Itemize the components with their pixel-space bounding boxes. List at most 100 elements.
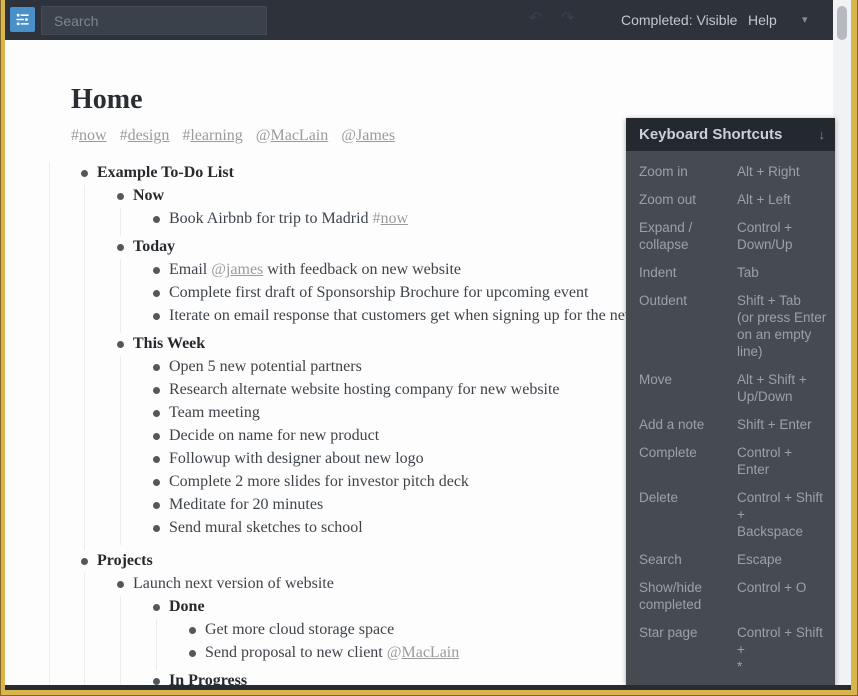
tag-link[interactable]: #design xyxy=(120,127,170,144)
bullet-icon[interactable] xyxy=(153,208,169,223)
bullet-icon[interactable] xyxy=(153,259,169,274)
bullet-icon[interactable] xyxy=(153,305,169,320)
shortcut-row: Complete Control + Enter xyxy=(639,444,827,478)
bullet-icon[interactable] xyxy=(189,642,205,657)
bullet-icon[interactable] xyxy=(81,162,97,177)
undo-icon[interactable]: ↶ xyxy=(529,9,542,29)
shortcut-row: Zoom in Alt + Right xyxy=(639,163,827,180)
outline-item-text[interactable]: Book Airbnb for trip to Madrid #now xyxy=(169,208,408,230)
shortcut-action-label: Indent xyxy=(639,264,723,281)
outline-item-text[interactable]: Launch next version of website xyxy=(133,573,334,595)
vertical-scrollbar[interactable] xyxy=(833,0,851,685)
outline-item-text[interactable]: Research alternate website hosting compa… xyxy=(169,379,560,401)
outline-item-text[interactable]: Now xyxy=(133,185,164,207)
shortcut-keys-label: Shift + Tab (or press Enter on an empty … xyxy=(737,292,827,360)
shortcut-keys-label: Shift + Enter xyxy=(737,416,827,433)
scrollbar-thumb[interactable] xyxy=(837,6,847,40)
bullet-icon[interactable] xyxy=(153,471,169,486)
bullet-icon[interactable] xyxy=(81,550,97,565)
bullet-icon[interactable] xyxy=(153,282,169,297)
shortcut-keys-label: Control + Shift + Backspace xyxy=(737,489,827,540)
bullet-icon[interactable] xyxy=(153,494,169,509)
outline-item-text[interactable]: Meditate for 20 minutes xyxy=(169,494,323,516)
shortcuts-panel-title: Keyboard Shortcuts xyxy=(639,126,819,143)
shortcut-keys-label: Escape xyxy=(737,551,827,568)
outline-item-text[interactable]: Decide on name for new product xyxy=(169,425,379,447)
shortcut-row: Delete Control + Shift + Backspace xyxy=(639,489,827,540)
shortcut-row: Star page Control + Shift + * xyxy=(639,624,827,675)
chevron-down-icon: ▾ xyxy=(802,13,808,26)
shortcut-action-label: Delete xyxy=(639,489,723,540)
shortcut-keys-label: Control + Shift + * xyxy=(737,624,827,675)
outline-item-text[interactable]: Send proposal to new client @MacLain xyxy=(205,642,459,664)
outline-item-text[interactable]: Example To-Do List xyxy=(97,162,234,184)
bullet-icon[interactable] xyxy=(153,517,169,532)
tag-link[interactable]: @james xyxy=(211,261,263,278)
outline-item-text[interactable]: Send mural sketches to school xyxy=(169,517,363,539)
shortcut-row: Show/hide completed Control + O xyxy=(639,579,827,613)
shortcut-keys-label: Alt + Shift + Up/Down xyxy=(737,371,827,405)
shortcut-action-label: Complete xyxy=(639,444,723,478)
shortcut-keys-label: Control + O xyxy=(737,579,827,613)
app-logo-button[interactable] xyxy=(10,7,35,32)
shortcut-action-label: Outdent xyxy=(639,292,723,360)
outline-item-text[interactable]: This Week xyxy=(133,333,205,355)
outline-item-text[interactable]: Complete first draft of Sponsorship Broc… xyxy=(169,282,588,304)
shortcut-row: Zoom out Alt + Left xyxy=(639,191,827,208)
shortcut-action-label: Expand / collapse xyxy=(639,219,723,253)
tag-link[interactable]: #learning xyxy=(182,127,242,144)
outline-item-text[interactable]: Complete 2 more slides for investor pitc… xyxy=(169,471,469,493)
keyboard-shortcuts-panel: Keyboard Shortcuts ↓ Zoom in Alt + Right… xyxy=(626,118,835,685)
shortcut-row: Expand / collapse Control + Down/Up xyxy=(639,219,827,253)
shortcut-action-label: Add a note xyxy=(639,416,723,433)
outline-item-text[interactable]: Done xyxy=(169,596,205,618)
completed-toggle[interactable]: Completed: Visible xyxy=(621,12,737,28)
bullet-icon[interactable] xyxy=(153,379,169,394)
tag-link[interactable]: @James xyxy=(341,127,395,144)
bullet-icon[interactable] xyxy=(117,333,133,348)
bullet-icon[interactable] xyxy=(153,596,169,611)
tag-link[interactable]: #now xyxy=(71,127,107,144)
shortcut-row: Outdent Shift + Tab (or press Enter on a… xyxy=(639,292,827,360)
list-lines-icon xyxy=(13,10,32,29)
shortcut-keys-label: Tab xyxy=(737,264,827,281)
tag-link[interactable]: @MacLain xyxy=(387,644,459,661)
app-surface: ↶ ↷ Completed: Visible Help ▾ Home #now … xyxy=(5,0,851,690)
page-title: Home xyxy=(71,84,833,116)
app-window: ↶ ↷ Completed: Visible Help ▾ Home #now … xyxy=(0,0,858,696)
outline-item-text[interactable]: Followup with designer about new logo xyxy=(169,448,424,470)
shortcut-row: Search Escape xyxy=(639,551,827,568)
shortcut-action-label: Search xyxy=(639,551,723,568)
bullet-icon[interactable] xyxy=(153,402,169,417)
bullet-icon[interactable] xyxy=(117,236,133,251)
top-bar: ↶ ↷ Completed: Visible Help ▾ xyxy=(5,0,833,40)
bullet-icon[interactable] xyxy=(153,356,169,371)
shortcuts-body: Zoom in Alt + Right Zoom out Alt + Left … xyxy=(626,151,835,685)
bullet-icon[interactable] xyxy=(153,670,169,685)
bullet-icon[interactable] xyxy=(153,425,169,440)
tag-link[interactable]: #now xyxy=(373,210,409,227)
bullet-icon[interactable] xyxy=(117,185,133,200)
bullet-icon[interactable] xyxy=(189,619,205,634)
outline-item-text[interactable]: Today xyxy=(133,236,175,258)
help-menu[interactable]: Help xyxy=(748,12,777,28)
outline-item-text[interactable]: Email @james with feedback on new websit… xyxy=(169,259,461,281)
shortcut-row: Move Alt + Shift + Up/Down xyxy=(639,371,827,405)
outline-item-text[interactable]: Team meeting xyxy=(169,402,260,424)
shortcut-keys-label: Alt + Left xyxy=(737,191,827,208)
outline-item-text[interactable]: Iterate on email response that customers… xyxy=(169,305,643,327)
search-input[interactable] xyxy=(41,6,267,35)
shortcut-action-label: Show/hide completed xyxy=(639,579,723,613)
tag-link[interactable]: @MacLain xyxy=(256,127,328,144)
outline-item-text[interactable]: Projects xyxy=(97,550,153,572)
shortcut-action-label: Star page xyxy=(639,624,723,675)
shortcut-action-label: Zoom out xyxy=(639,191,723,208)
outline-item-text[interactable]: Get more cloud storage space xyxy=(205,619,394,641)
outline-item-text[interactable]: Open 5 new potential partners xyxy=(169,356,362,378)
bullet-icon[interactable] xyxy=(153,448,169,463)
shortcut-keys-label: Control + Enter xyxy=(737,444,827,478)
bullet-icon[interactable] xyxy=(117,573,133,588)
redo-icon[interactable]: ↷ xyxy=(561,9,574,29)
collapse-panel-icon[interactable]: ↓ xyxy=(819,127,826,142)
shortcut-keys-label: Control + Down/Up xyxy=(737,219,827,253)
